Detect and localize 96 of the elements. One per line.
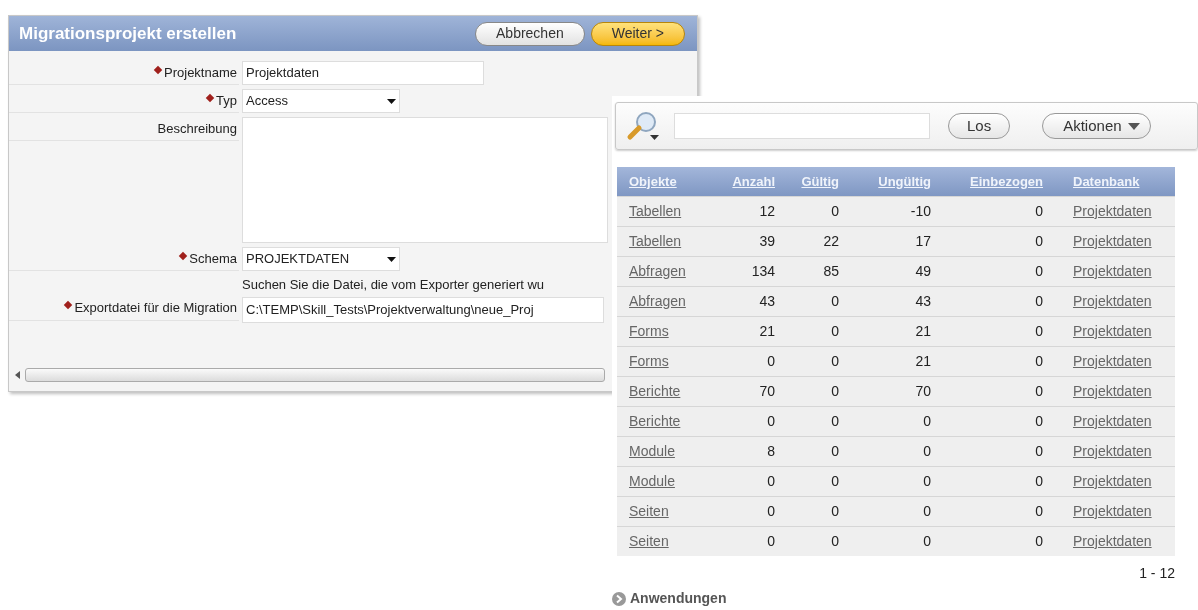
table-cell: 0 bbox=[1035, 502, 1043, 519]
database-link[interactable]: Projektdaten bbox=[1073, 532, 1152, 549]
table-cell: 0 bbox=[1035, 412, 1043, 429]
table-cell: 0 bbox=[767, 412, 775, 429]
table-cell: 8 bbox=[767, 442, 775, 459]
database-link[interactable]: Projektdaten bbox=[1073, 232, 1152, 249]
table-cell: 0 bbox=[1035, 442, 1043, 459]
database-link[interactable]: Projektdaten bbox=[1073, 262, 1152, 279]
object-link[interactable]: Berichte bbox=[629, 412, 681, 429]
object-link[interactable]: Abfragen bbox=[629, 292, 686, 309]
object-link[interactable]: Tabellen bbox=[629, 202, 682, 219]
cancel-button[interactable]: Abbrechen bbox=[475, 21, 585, 46]
table-cell: -10 bbox=[910, 202, 931, 219]
search-field[interactable] bbox=[674, 113, 930, 139]
table-cell: 43 bbox=[759, 292, 775, 309]
database-link[interactable]: Projektdaten bbox=[1073, 382, 1152, 399]
dialog-title: Migrationsprojekt erstellen bbox=[19, 22, 237, 45]
table-cell: 0 bbox=[923, 412, 931, 429]
table-cell: 0 bbox=[831, 532, 839, 549]
caret-icon bbox=[387, 98, 396, 104]
table-cell: 134 bbox=[751, 262, 775, 279]
table-cell: 0 bbox=[831, 322, 839, 339]
database-link[interactable]: Projektdaten bbox=[1073, 442, 1152, 459]
table-cell: 0 bbox=[831, 382, 839, 399]
table-cell: 0 bbox=[1035, 382, 1043, 399]
table-cell: 85 bbox=[823, 262, 839, 279]
table-cell: 0 bbox=[831, 202, 839, 219]
field-label: Schema bbox=[189, 249, 237, 268]
object-link[interactable]: Tabellen bbox=[629, 232, 682, 249]
object-link[interactable]: Seiten bbox=[629, 502, 669, 519]
next-button[interactable]: Weiter > bbox=[590, 21, 685, 46]
text-field[interactable]: Projektdaten bbox=[242, 61, 484, 85]
database-link[interactable]: Projektdaten bbox=[1073, 322, 1152, 339]
object-link[interactable]: Forms bbox=[629, 352, 669, 369]
table-cell: 21 bbox=[759, 322, 775, 339]
go-button[interactable]: Los bbox=[948, 113, 1011, 139]
table-cell: 0 bbox=[831, 502, 839, 519]
object-link[interactable]: Seiten bbox=[629, 532, 669, 549]
table-cell: 0 bbox=[767, 472, 775, 489]
database-link[interactable]: Projektdaten bbox=[1073, 502, 1152, 519]
database-link[interactable]: Projektdaten bbox=[1073, 472, 1152, 489]
field-label: Beschreibung bbox=[157, 119, 237, 138]
field-label: Projektname bbox=[164, 63, 237, 82]
table-cell: 39 bbox=[759, 232, 775, 249]
pagination-text: 1 - 12 bbox=[1139, 564, 1175, 583]
object-link[interactable]: Berichte bbox=[629, 382, 681, 399]
table-cell: 0 bbox=[1035, 472, 1043, 489]
database-link[interactable]: Projektdaten bbox=[1073, 292, 1152, 309]
table-cell: 0 bbox=[1035, 352, 1043, 369]
table-cell: 0 bbox=[831, 352, 839, 369]
table-cell: 0 bbox=[1035, 262, 1043, 279]
table-cell: 49 bbox=[915, 262, 931, 279]
table-cell: 0 bbox=[1035, 322, 1043, 339]
table-cell: 22 bbox=[823, 232, 839, 249]
table-cell: 0 bbox=[767, 352, 775, 369]
table-cell: 0 bbox=[923, 502, 931, 519]
table-cell: 0 bbox=[1035, 232, 1043, 249]
table-cell: 0 bbox=[831, 442, 839, 459]
search-icon[interactable] bbox=[626, 110, 662, 142]
table-cell: 0 bbox=[831, 472, 839, 489]
table-cell: 0 bbox=[1035, 202, 1043, 219]
scroll-left-icon[interactable] bbox=[15, 371, 21, 379]
caret-icon bbox=[1127, 122, 1140, 130]
object-link[interactable]: Forms bbox=[629, 322, 669, 339]
table-cell: 0 bbox=[767, 502, 775, 519]
textarea-field[interactable] bbox=[242, 117, 608, 243]
table-cell: 0 bbox=[923, 442, 931, 459]
database-link[interactable]: Projektdaten bbox=[1073, 412, 1152, 429]
table-cell: 21 bbox=[915, 322, 931, 339]
field-label: Typ bbox=[216, 91, 237, 110]
table-cell: 21 bbox=[915, 352, 931, 369]
object-link[interactable]: Abfragen bbox=[629, 262, 686, 279]
database-link[interactable]: Projektdaten bbox=[1073, 352, 1152, 369]
table-cell: 0 bbox=[923, 472, 931, 489]
caret-icon bbox=[387, 256, 396, 262]
field-hint: Suchen Sie die Datei, die vom Exporter generiert wu bbox=[242, 276, 545, 294]
table-cell: 0 bbox=[1035, 292, 1043, 309]
actions-button[interactable]: Aktionen bbox=[1042, 113, 1151, 139]
dropdown[interactable]: PROJEKTDATEN bbox=[242, 247, 400, 271]
dropdown[interactable]: Access bbox=[242, 89, 400, 113]
table-cell: 0 bbox=[923, 532, 931, 549]
file-path-field[interactable]: C:\TEMP\Skill_Tests\Projektverwaltung\neue_Proj bbox=[242, 296, 604, 323]
field-label: Exportdatei für die Migration bbox=[74, 299, 237, 318]
table-cell: 70 bbox=[915, 382, 931, 399]
applications-link[interactable]: Anwendungen bbox=[630, 588, 727, 609]
table-cell: 0 bbox=[831, 412, 839, 429]
table-cell: 43 bbox=[915, 292, 931, 309]
object-link[interactable]: Module bbox=[629, 472, 675, 489]
table-cell: 0 bbox=[1035, 532, 1043, 549]
table-cell: 70 bbox=[759, 382, 775, 399]
table-cell: 0 bbox=[831, 292, 839, 309]
table-cell: 12 bbox=[759, 202, 775, 219]
table-cell: 17 bbox=[915, 232, 931, 249]
table-cell: 0 bbox=[767, 532, 775, 549]
database-link[interactable]: Projektdaten bbox=[1073, 202, 1152, 219]
object-link[interactable]: Module bbox=[629, 442, 675, 459]
